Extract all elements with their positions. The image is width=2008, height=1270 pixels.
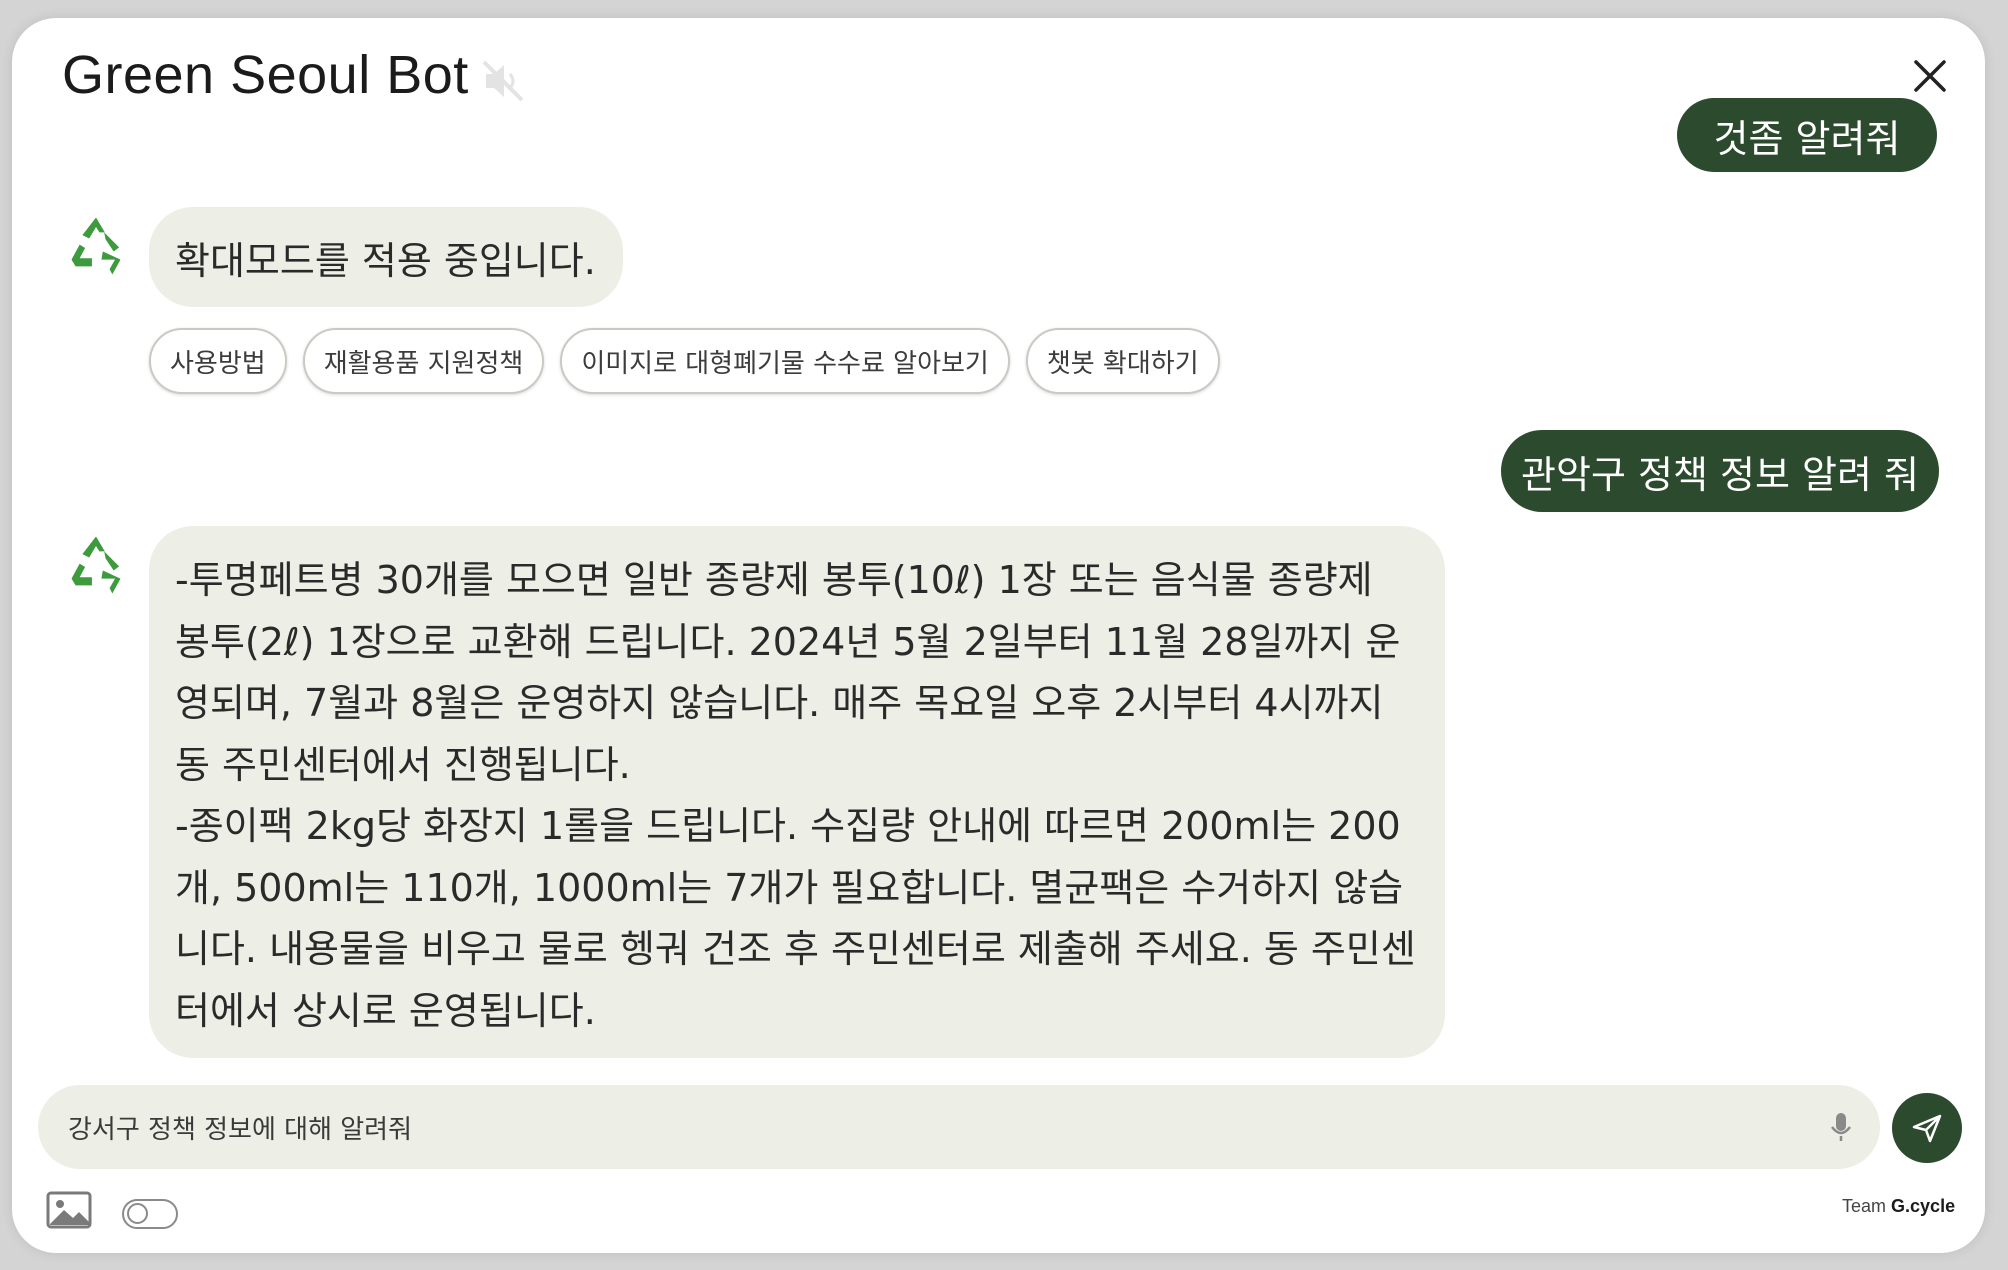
speaker-muted-icon[interactable] [478,56,528,106]
app-title: Green Seoul Bot [62,45,469,105]
user-message: 것좀 알려줘 [1677,98,1937,172]
close-icon[interactable] [1906,52,1954,100]
bot-message-paragraph: -종이팩 2kg당 화장지 1롤을 드립니다. 수집량 안내에 따르면 200m… [175,804,1416,1033]
chip-zoom-chatbot[interactable]: 챗봇 확대하기 [1025,328,1220,394]
bot-message: -투명페트병 30개를 모으면 일반 종량제 봉투(10ℓ) 1장 또는 음식물… [149,526,1445,1058]
chip-usage[interactable]: 사용방법 [149,328,287,394]
microphone-icon[interactable] [1823,1109,1859,1145]
image-icon[interactable] [46,1190,92,1230]
recycle-icon [71,536,121,594]
message-input-container: 강서구 정책 정보에 대해 알려줘 [38,1085,1880,1169]
bot-message-paragraph: -투명페트병 30개를 모으면 일반 종량제 봉투(10ℓ) 1장 또는 음식물… [175,558,1401,787]
user-message-text: 것좀 알려줘 [1713,116,1901,161]
chat-history[interactable]: 것좀 알려줘 확대모드를 적용 중입니다. 사용방법 재활용품 지원정책 이미지… [12,98,1985,1058]
team-credit: Team G.cycle [1842,1196,1955,1217]
chip-image-fee-lookup[interactable]: 이미지로 대형폐기물 수수료 알아보기 [560,328,1010,394]
mode-toggle[interactable] [122,1199,178,1229]
bot-message-text: 확대모드를 적용 중입니다. [175,238,596,283]
user-message-text: 관악구 정책 정보 알려 줘 [1521,452,1919,497]
message-input[interactable]: 강서구 정책 정보에 대해 알려줘 [68,1085,412,1169]
chip-recycling-policy[interactable]: 재활용품 지원정책 [302,328,545,394]
user-message: 관악구 정책 정보 알려 줘 [1501,430,1939,512]
team-name: G.cycle [1891,1196,1956,1216]
quick-reply-chips: 사용방법 재활용품 지원정책 이미지로 대형폐기물 수수료 알아보기 챗봇 확대… [149,328,1220,394]
toggle-knob [127,1203,148,1224]
send-button[interactable] [1892,1093,1962,1163]
recycle-icon [71,217,121,275]
bot-message: 확대모드를 적용 중입니다. [149,207,623,307]
team-prefix: Team [1842,1196,1887,1216]
send-icon [1912,1114,1942,1143]
chatbot-window: Green Seoul Bot 것좀 알려줘 확대모드를 적용 중입니다. 사용… [12,18,1985,1253]
